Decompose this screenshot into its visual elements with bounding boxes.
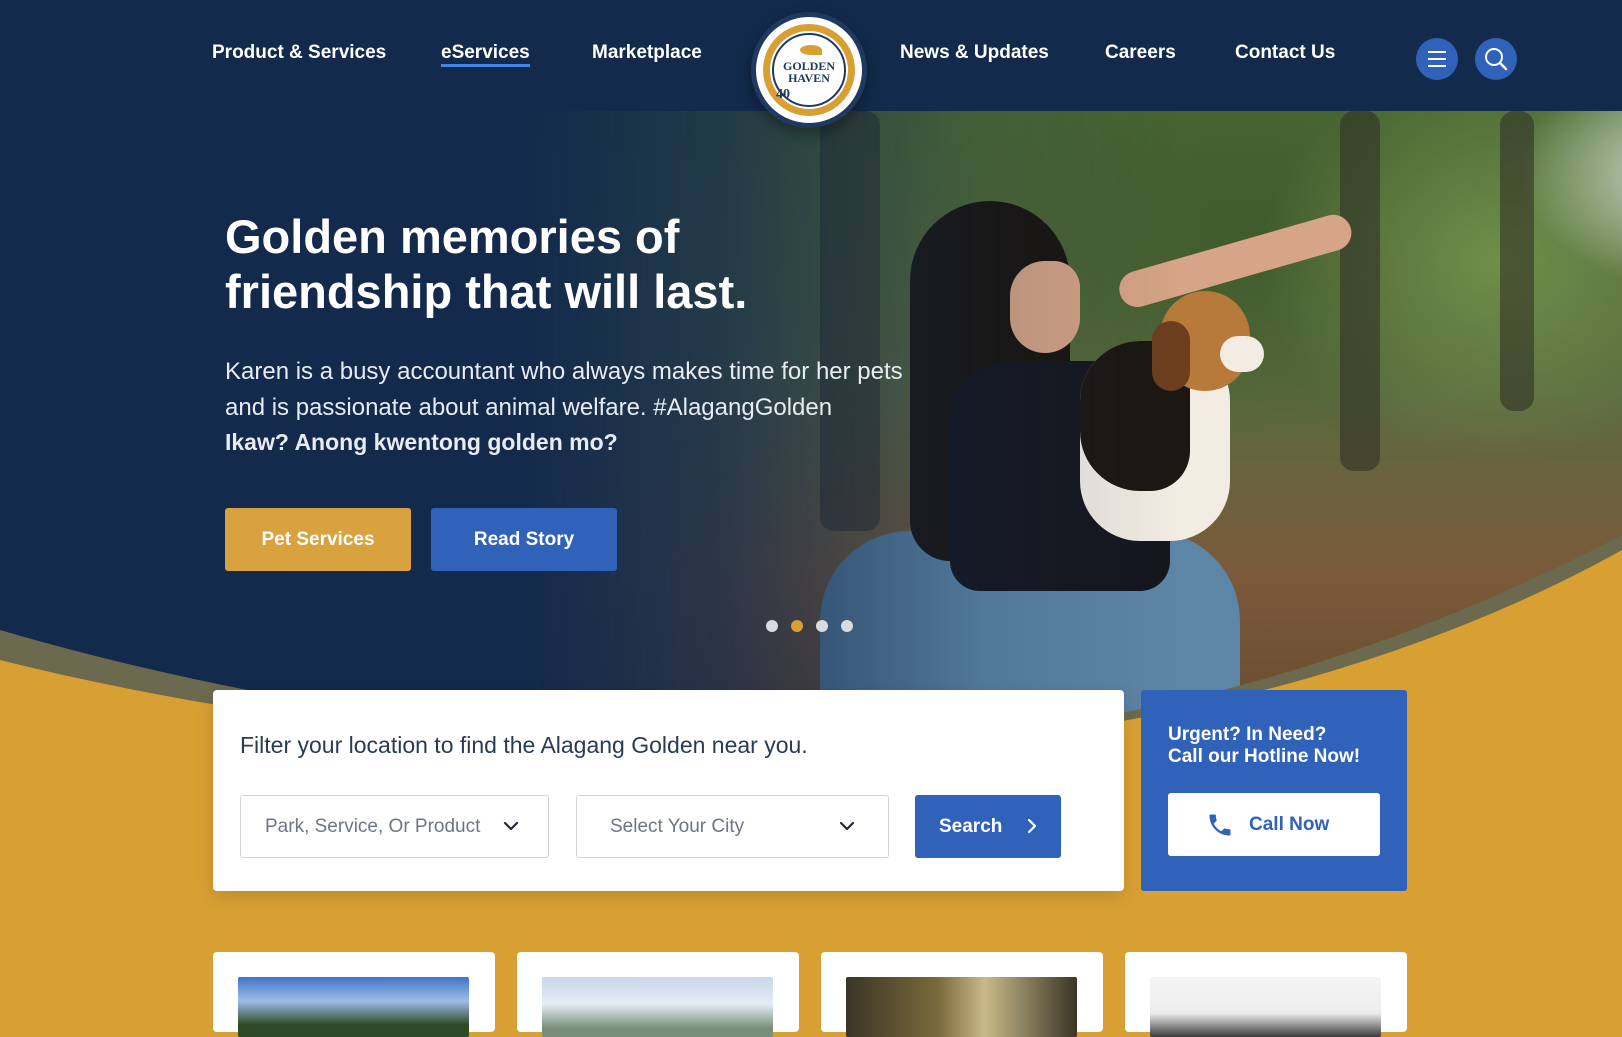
search-button-label: Search <box>939 816 1003 837</box>
feature-card-3[interactable] <box>821 952 1103 1037</box>
tree-trunk <box>1500 111 1534 411</box>
hero-question: Ikaw? Anong kwentong golden mo? <box>225 429 618 455</box>
feature-card-image <box>1150 977 1381 1037</box>
feature-card-2[interactable] <box>517 952 799 1037</box>
woman-figure-arm <box>1115 210 1356 312</box>
tree-trunk <box>1340 111 1380 471</box>
woman-figure-face <box>1010 261 1080 353</box>
logo-wing-icon <box>800 45 822 55</box>
logo-gold-ring: GOLDEN HAVEN 40 <box>763 24 855 116</box>
search-submit-button[interactable]: Search <box>915 795 1061 858</box>
logo-text-line2: HAVEN <box>788 71 830 85</box>
chevron-down-icon <box>839 821 855 831</box>
tree-trunk <box>820 111 880 531</box>
feature-card-1[interactable] <box>213 952 495 1037</box>
hero-title-line1: Golden memories of <box>225 210 680 263</box>
nav-link-careers[interactable]: Careers <box>1105 42 1176 64</box>
logo-anniversary-badge: 40 <box>776 87 790 102</box>
search-icon <box>1485 48 1508 71</box>
read-story-button[interactable]: Read Story <box>431 508 617 571</box>
hero-section: Golden memories of friendship that will … <box>0 111 1622 731</box>
select-placeholder-city: Select Your City <box>610 816 745 837</box>
search-title: Filter your location to find the Alagang… <box>240 732 808 758</box>
hamburger-menu-icon <box>1428 51 1446 67</box>
city-select[interactable]: Select Your City <box>576 795 889 858</box>
park-service-product-select[interactable]: Park, Service, Or Product <box>240 795 549 858</box>
carousel-dot-3[interactable] <box>816 620 828 632</box>
hero-description: Karen is a busy accountant who always ma… <box>225 358 903 421</box>
carousel-dot-2-active[interactable] <box>791 620 803 632</box>
nav-link-news-updates[interactable]: News & Updates <box>900 42 1049 64</box>
menu-button[interactable] <box>1416 38 1458 80</box>
hero-title: Golden memories of friendship that will … <box>225 209 865 319</box>
carousel-dot-1[interactable] <box>766 620 778 632</box>
carousel-dot-4[interactable] <box>841 620 853 632</box>
feature-card-image <box>542 977 773 1037</box>
feature-card-image <box>846 977 1077 1037</box>
nav-link-product-services[interactable]: Product & Services <box>212 42 386 64</box>
call-now-button[interactable]: Call Now <box>1168 793 1380 856</box>
dog-figure-muzzle <box>1220 336 1264 372</box>
phone-icon <box>1209 814 1231 836</box>
pet-services-button[interactable]: Pet Services <box>225 508 411 571</box>
nav-link-contact-us[interactable]: Contact Us <box>1235 42 1335 64</box>
hotline-card: Urgent? In Need? Call our Hotline Now! C… <box>1141 690 1407 891</box>
call-now-label: Call Now <box>1249 814 1330 835</box>
hero-title-line2: friendship that will last. <box>225 265 748 318</box>
feature-card-image <box>238 977 469 1037</box>
chevron-right-icon <box>1027 818 1037 834</box>
feature-card-4[interactable] <box>1125 952 1407 1037</box>
select-placeholder-park-service-product: Park, Service, Or Product <box>265 816 481 837</box>
nav-link-eservices[interactable]: eServices <box>441 42 530 67</box>
search-button[interactable] <box>1475 38 1517 80</box>
chevron-down-icon <box>503 821 519 831</box>
hotline-text-line2: Call our Hotline Now! <box>1168 746 1361 767</box>
hotline-text-line1: Urgent? In Need? <box>1168 724 1327 745</box>
dog-figure-ear <box>1152 321 1190 391</box>
golden-haven-logo[interactable]: GOLDEN HAVEN 40 <box>751 12 867 128</box>
nav-link-marketplace[interactable]: Marketplace <box>592 42 702 64</box>
location-search-card: Filter your location to find the Alagang… <box>213 690 1124 891</box>
